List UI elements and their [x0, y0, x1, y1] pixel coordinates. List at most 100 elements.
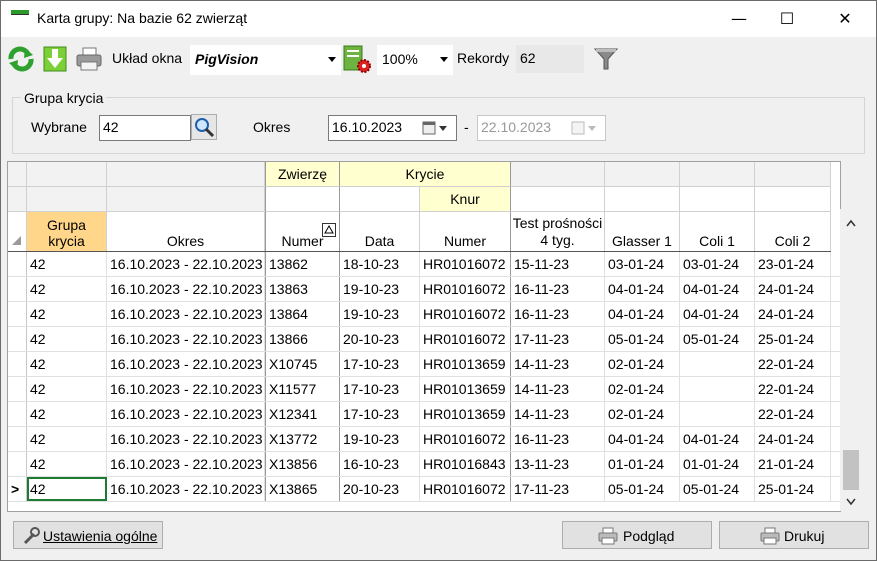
cell-okres[interactable]: 16.10.2023 - 22.10.2023 — [107, 302, 265, 326]
table-row[interactable]: 42 16.10.2023 - 22.10.2023 X10745 17-10-23 H… — [8, 352, 840, 377]
cell-knur[interactable]: HR01016843 — [420, 452, 511, 476]
cell-glasser[interactable]: 04-01-24 — [605, 302, 680, 326]
table-row[interactable]: 42 16.10.2023 - 22.10.2023 13863 19-10-23 HR… — [8, 277, 840, 302]
cell-okres[interactable]: 16.10.2023 - 22.10.2023 — [107, 427, 265, 451]
col-coli-2[interactable]: Coli 2 — [755, 212, 831, 252]
cell-test[interactable]: 17-11-23 — [511, 327, 605, 351]
cell-data[interactable]: 20-10-23 — [340, 327, 420, 351]
cell-glasser[interactable]: 03-01-24 — [605, 252, 680, 276]
date-from-picker[interactable]: 16.10.2023 — [328, 115, 457, 141]
cell-grupa[interactable]: 42 — [27, 402, 107, 426]
close-button[interactable]: ✕ — [822, 1, 868, 37]
cell-test[interactable]: 16-11-23 — [511, 427, 605, 451]
cell-glasser[interactable]: 05-01-24 — [605, 327, 680, 351]
table-row[interactable]: 42 16.10.2023 - 22.10.2023 X13772 19-10-23 H… — [8, 427, 840, 452]
settings-button[interactable]: Ustawienia ogólne — [13, 521, 163, 549]
refresh-icon[interactable] — [7, 46, 35, 72]
cell-knur[interactable]: HR01016072 — [420, 277, 511, 301]
cell-numer[interactable]: X13856 — [265, 452, 340, 476]
cell-test[interactable]: 14-11-23 — [511, 402, 605, 426]
cell-okres[interactable]: 16.10.2023 - 22.10.2023 — [107, 327, 265, 351]
row-selector[interactable] — [8, 427, 27, 451]
cell-glasser[interactable]: 05-01-24 — [605, 477, 680, 501]
cell-data[interactable]: 17-10-23 — [340, 377, 420, 401]
cell-knur[interactable]: HR01016072 — [420, 477, 511, 501]
cell-data[interactable]: 16-10-23 — [340, 452, 420, 476]
table-row[interactable]: 42 16.10.2023 - 22.10.2023 X12341 17-10-23 H… — [8, 402, 840, 427]
table-row[interactable]: >42 16.10.2023 - 22.10.2023 X13865 20-10-23… — [8, 477, 840, 502]
cell-grupa[interactable]: 42 — [27, 452, 107, 476]
cell-coli1[interactable]: 05-01-24 — [680, 477, 755, 501]
cell-glasser[interactable]: 01-01-24 — [605, 452, 680, 476]
cell-grupa[interactable]: 42 — [27, 427, 107, 451]
cell-data[interactable]: 19-10-23 — [340, 302, 420, 326]
cell-coli2[interactable]: 23-01-24 — [755, 252, 831, 276]
cell-coli1[interactable]: 03-01-24 — [680, 252, 755, 276]
cell-coli1[interactable]: 04-01-24 — [680, 427, 755, 451]
selected-group-input[interactable]: 42 — [99, 115, 191, 141]
cell-okres[interactable]: 16.10.2023 - 22.10.2023 — [107, 277, 265, 301]
col-numer-zwierze[interactable]: Numer — [265, 212, 340, 252]
cell-glasser[interactable]: 02-01-24 — [605, 377, 680, 401]
cell-knur[interactable]: HR01016072 — [420, 327, 511, 351]
cell-knur[interactable]: HR01013659 — [420, 402, 511, 426]
preview-button[interactable]: Podgląd — [562, 521, 712, 549]
table-row[interactable]: 42 16.10.2023 - 22.10.2023 X13856 16-10-23 H… — [8, 452, 840, 477]
cell-okres[interactable]: 16.10.2023 - 22.10.2023 — [107, 402, 265, 426]
cell-data[interactable]: 17-10-23 — [340, 402, 420, 426]
cell-numer[interactable]: 13864 — [265, 302, 340, 326]
cell-glasser[interactable]: 02-01-24 — [605, 402, 680, 426]
cell-coli1[interactable]: 01-01-24 — [680, 452, 755, 476]
row-selector[interactable] — [8, 277, 27, 301]
cell-test[interactable]: 17-11-23 — [511, 477, 605, 501]
cell-coli2[interactable]: 25-01-24 — [755, 327, 831, 351]
cell-coli1[interactable] — [680, 352, 755, 376]
cell-okres[interactable]: 16.10.2023 - 22.10.2023 — [107, 477, 265, 501]
cell-coli1[interactable] — [680, 377, 755, 401]
cell-grupa[interactable]: 42 — [27, 377, 107, 401]
row-selector[interactable] — [8, 352, 27, 376]
cell-test[interactable]: 14-11-23 — [511, 352, 605, 376]
cell-knur[interactable]: HR01013659 — [420, 377, 511, 401]
cell-coli1[interactable]: 04-01-24 — [680, 277, 755, 301]
cell-data[interactable]: 17-10-23 — [340, 352, 420, 376]
maximize-button[interactable]: ☐ — [764, 1, 810, 37]
col-okres[interactable]: Okres — [107, 212, 265, 252]
cell-grupa[interactable]: 42 — [27, 302, 107, 326]
cell-coli2[interactable]: 24-01-24 — [755, 427, 831, 451]
col-numer-knur[interactable]: Numer — [420, 212, 511, 252]
row-selector[interactable] — [8, 452, 27, 476]
cell-okres[interactable]: 16.10.2023 - 22.10.2023 — [107, 352, 265, 376]
cell-numer[interactable]: 13863 — [265, 277, 340, 301]
filter-icon[interactable] — [593, 46, 619, 72]
cell-numer[interactable]: 13866 — [265, 327, 340, 351]
row-selector[interactable] — [8, 327, 27, 351]
col-data[interactable]: Data — [340, 212, 420, 252]
cell-coli1[interactable]: 04-01-24 — [680, 302, 755, 326]
scroll-up-icon[interactable] — [846, 219, 856, 227]
cell-data[interactable]: 18-10-23 — [340, 252, 420, 276]
row-selector[interactable] — [8, 252, 27, 276]
cell-data[interactable]: 19-10-23 — [340, 427, 420, 451]
cell-glasser[interactable]: 04-01-24 — [605, 427, 680, 451]
cell-data[interactable]: 20-10-23 — [340, 477, 420, 501]
cell-grupa[interactable]: 42 — [27, 277, 107, 301]
print-icon[interactable] — [75, 46, 103, 72]
col-glasser-1[interactable]: Glasser 1 — [605, 212, 680, 252]
search-button[interactable] — [191, 114, 217, 140]
table-row[interactable]: 42 16.10.2023 - 22.10.2023 13862 18-10-23 HR… — [8, 252, 840, 277]
scroll-down-icon[interactable] — [846, 498, 856, 506]
cell-grupa[interactable]: 42 — [27, 352, 107, 376]
cell-numer[interactable]: X11577 — [265, 377, 340, 401]
row-selector[interactable] — [8, 302, 27, 326]
minimize-button[interactable]: — — [716, 1, 762, 37]
download-icon[interactable] — [41, 45, 69, 73]
cell-okres[interactable]: 16.10.2023 - 22.10.2023 — [107, 377, 265, 401]
vertical-scrollbar[interactable] — [840, 209, 862, 511]
cell-numer[interactable]: X13865 — [265, 477, 340, 501]
cell-coli1[interactable]: 05-01-24 — [680, 327, 755, 351]
row-selector[interactable]: > — [8, 477, 27, 501]
cell-coli2[interactable]: 24-01-24 — [755, 277, 831, 301]
cell-coli2[interactable]: 24-01-24 — [755, 302, 831, 326]
cell-numer[interactable]: X12341 — [265, 402, 340, 426]
